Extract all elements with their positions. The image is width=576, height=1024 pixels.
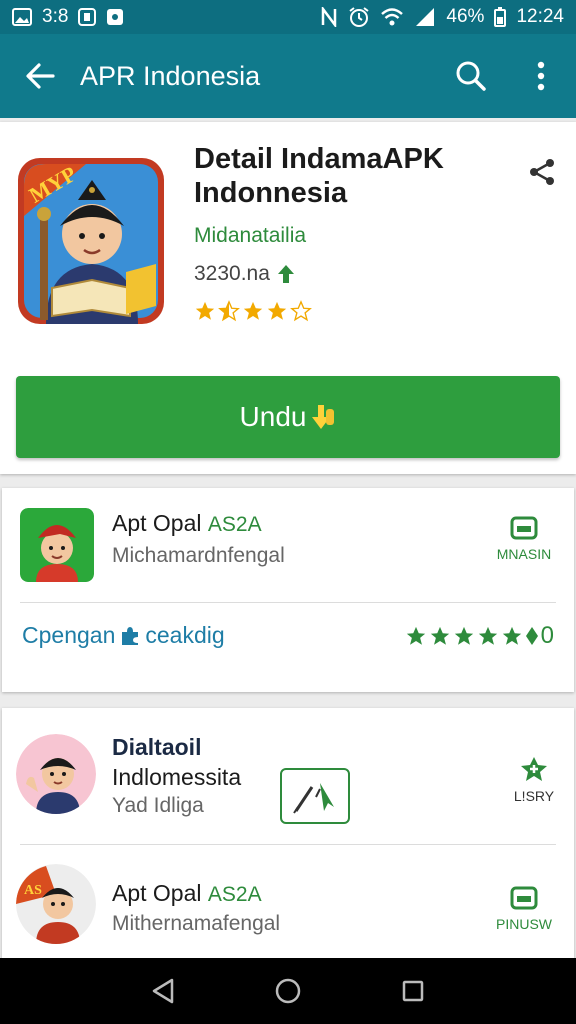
app-version: AS2A xyxy=(207,513,262,536)
status-bar: 3:8 46% 12:24 xyxy=(0,0,576,34)
overflow-menu-button[interactable] xyxy=(506,34,576,118)
app-detail-info: Detail IndamaAPK Indonnesia Midanatailia… xyxy=(194,142,504,322)
nav-recents-button[interactable] xyxy=(393,971,433,1011)
star-filled-icon xyxy=(502,626,521,645)
app-bar: APR Indonesia xyxy=(0,34,576,118)
install-action[interactable]: MNASIN xyxy=(492,516,556,562)
nav-home-button[interactable] xyxy=(268,971,308,1011)
install-button-label: Undu xyxy=(239,401,307,432)
puzzle-icon xyxy=(122,626,139,645)
nav-back-button[interactable] xyxy=(143,971,183,1011)
edit-button[interactable] xyxy=(280,768,350,824)
star-filled-icon xyxy=(454,626,473,645)
diamond-icon xyxy=(525,627,538,645)
rating-row: 0 xyxy=(405,622,554,650)
arrow-back-icon xyxy=(26,63,55,89)
app-list-card-2: Dialtaoil Indlomessita Yad Idliga L!SRY … xyxy=(2,708,574,962)
thumb-badge-text: AS xyxy=(24,883,42,898)
app-thumbnail xyxy=(20,508,94,582)
app-name: Apt Opal AS2A xyxy=(112,880,262,907)
install-action[interactable]: PINUSW xyxy=(492,886,556,932)
star-filled-icon xyxy=(478,626,497,645)
search-button[interactable] xyxy=(436,34,506,118)
star-filled-icon xyxy=(195,301,215,320)
signal-icon xyxy=(416,8,435,26)
pencil-cursor-icon xyxy=(293,783,334,814)
install-app-icon xyxy=(510,516,538,540)
nfc-icon xyxy=(322,7,337,27)
system-nav-bar xyxy=(0,958,576,1024)
app-bar-title: APR Indonesia xyxy=(80,60,261,91)
search-icon xyxy=(456,61,486,91)
divider xyxy=(20,602,556,603)
item-title-line1: Dialtaoil xyxy=(112,734,202,760)
category-link-text: Cpengan xyxy=(22,622,116,648)
app-version: AS2A xyxy=(207,883,262,906)
app-list-card: Apt Opal AS2A Michamardnfengal MNASIN Cp… xyxy=(2,488,574,692)
item-subtitle: Yad Idliga xyxy=(112,794,204,817)
star-filled-icon xyxy=(267,301,287,320)
item-title-line2: Indlomessita xyxy=(112,764,242,790)
app-size-row: 3230.na xyxy=(194,262,504,286)
category-link[interactable]: Cpengan ceakdig xyxy=(22,622,225,649)
app-icon[interactable]: MYP xyxy=(16,156,166,326)
notification-icon xyxy=(78,8,97,26)
battery-icon xyxy=(494,7,507,27)
install-button[interactable]: Undu xyxy=(16,376,560,458)
app-detail-card: MYP Detail IndamaAPK Indonnesia Midanata… xyxy=(0,122,576,474)
app-thumbnail-round: AS xyxy=(16,864,96,944)
download-hand-icon xyxy=(312,405,335,429)
install-action-label: MNASIN xyxy=(496,546,552,562)
app-name: Apt Opal AS2A xyxy=(112,510,262,537)
nav-back-icon xyxy=(152,978,173,1004)
developer-name[interactable]: Midanatailia xyxy=(194,224,504,248)
app-developer: Mithernamafengal xyxy=(112,912,281,935)
favorite-action-label: L!SRY xyxy=(513,788,555,804)
star-filled-icon xyxy=(430,626,449,645)
battery-percent: 46% xyxy=(446,6,485,27)
star-rating xyxy=(194,300,504,322)
download-count-icon xyxy=(277,265,294,283)
app-thumbnail-round xyxy=(16,734,96,814)
star-half-icon xyxy=(218,300,240,322)
more-vert-icon xyxy=(537,61,545,91)
install-app-icon xyxy=(510,886,538,910)
add-favorite-icon xyxy=(521,757,547,781)
list-item[interactable]: Apt Opal AS2A Michamardnfengal MNASIN xyxy=(2,488,574,598)
image-notification-icon xyxy=(12,8,32,26)
install-action-label: PINUSW xyxy=(496,916,552,932)
app-name-text: Apt Opal xyxy=(112,880,202,906)
app-developer: Michamardnfengal xyxy=(112,544,285,567)
list-item[interactable]: AS Apt Opal AS2A Mithernamafengal PINUSW xyxy=(2,846,574,962)
status-time: 12:24 xyxy=(516,6,564,27)
app-notification-icon xyxy=(107,9,124,25)
share-icon[interactable] xyxy=(526,156,558,188)
status-left-text: 3:8 xyxy=(42,6,69,27)
star-empty-icon xyxy=(290,300,312,322)
back-button[interactable] xyxy=(0,34,80,118)
app-title: Detail IndamaAPK Indonnesia xyxy=(194,143,444,209)
divider xyxy=(20,844,556,845)
app-size: 3230.na xyxy=(194,262,270,285)
category-link-text-2: ceakdig xyxy=(145,622,225,648)
wifi-icon xyxy=(381,8,404,26)
favorite-action[interactable]: L!SRY xyxy=(502,756,566,804)
nav-recents-icon xyxy=(403,980,424,1002)
app-name-text: Apt Opal xyxy=(112,510,202,536)
nav-home-icon xyxy=(275,978,301,1004)
star-filled-icon xyxy=(243,301,263,320)
alarm-icon xyxy=(349,7,370,27)
rating-value: 0 xyxy=(540,622,554,649)
star-filled-icon xyxy=(406,626,425,645)
list-item[interactable]: Dialtaoil Indlomessita Yad Idliga L!SRY xyxy=(2,708,574,842)
